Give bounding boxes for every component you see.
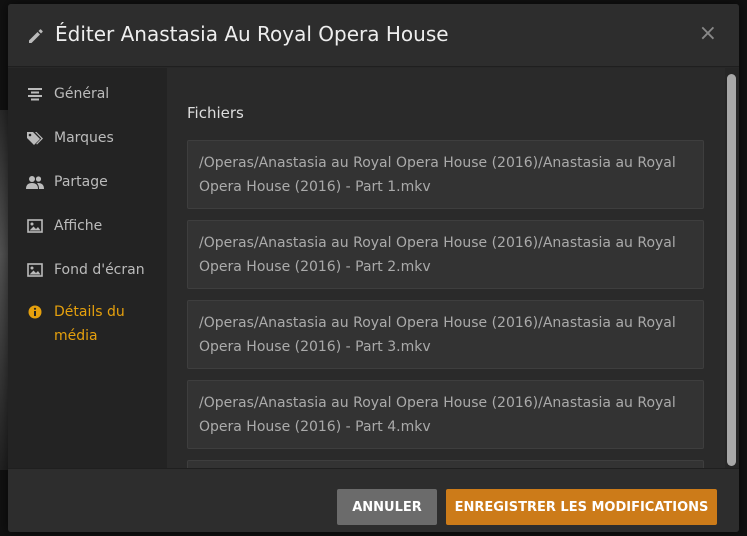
- file-path: /Operas/Anastasia au Royal Opera House (…: [187, 220, 704, 289]
- sidebar-item-label: Fond d'écran: [54, 262, 145, 278]
- sidebar-item-label: Affiche: [54, 218, 103, 234]
- close-icon[interactable]: ×: [699, 21, 717, 46]
- section-title: Fichiers: [187, 104, 244, 122]
- scrollbar-thumb[interactable]: [727, 74, 736, 466]
- save-button[interactable]: ENREGISTRER LES MODIFICATIONS: [446, 489, 717, 525]
- sidebar-item-sharing[interactable]: Partage: [8, 160, 167, 204]
- users-icon: [26, 174, 44, 190]
- pencil-icon: [29, 29, 43, 43]
- sidebar-item-background[interactable]: Fond d'écran: [8, 248, 167, 292]
- sidebar-item-label: Général: [54, 86, 110, 102]
- cancel-button[interactable]: ANNULER: [337, 489, 437, 525]
- dialog-header: Éditer Anastasia Au Royal Opera House ×: [8, 4, 739, 67]
- image-icon: [26, 218, 44, 234]
- tags-icon: [26, 130, 44, 146]
- info-icon: [26, 304, 44, 320]
- dialog-title: Éditer Anastasia Au Royal Opera House: [55, 22, 449, 46]
- sidebar-item-poster[interactable]: Affiche: [8, 204, 167, 248]
- sidebar-item-brands[interactable]: Marques: [8, 116, 167, 160]
- sidebar: Général Marques Partage Affiche Fond d'é…: [8, 68, 167, 468]
- file-path: [187, 460, 704, 468]
- file-path: /Operas/Anastasia au Royal Opera House (…: [187, 300, 704, 369]
- dialog-footer: ANNULER ENREGISTRER LES MODIFICATIONS: [8, 468, 739, 532]
- sidebar-item-general[interactable]: Général: [8, 72, 167, 116]
- image-icon: [26, 262, 44, 278]
- edit-dialog: Éditer Anastasia Au Royal Opera House × …: [8, 4, 739, 532]
- sidebar-item-media-details[interactable]: Détails du média: [8, 296, 167, 356]
- sidebar-item-label: Partage: [54, 174, 108, 190]
- sidebar-item-label: Marques: [54, 130, 114, 146]
- align-center-icon: [26, 86, 44, 102]
- main-content: Fichiers /Operas/Anastasia au Royal Oper…: [167, 68, 725, 468]
- file-path: /Operas/Anastasia au Royal Opera House (…: [187, 380, 704, 449]
- sidebar-item-label: Détails du média: [54, 304, 125, 344]
- file-path: /Operas/Anastasia au Royal Opera House (…: [187, 140, 704, 209]
